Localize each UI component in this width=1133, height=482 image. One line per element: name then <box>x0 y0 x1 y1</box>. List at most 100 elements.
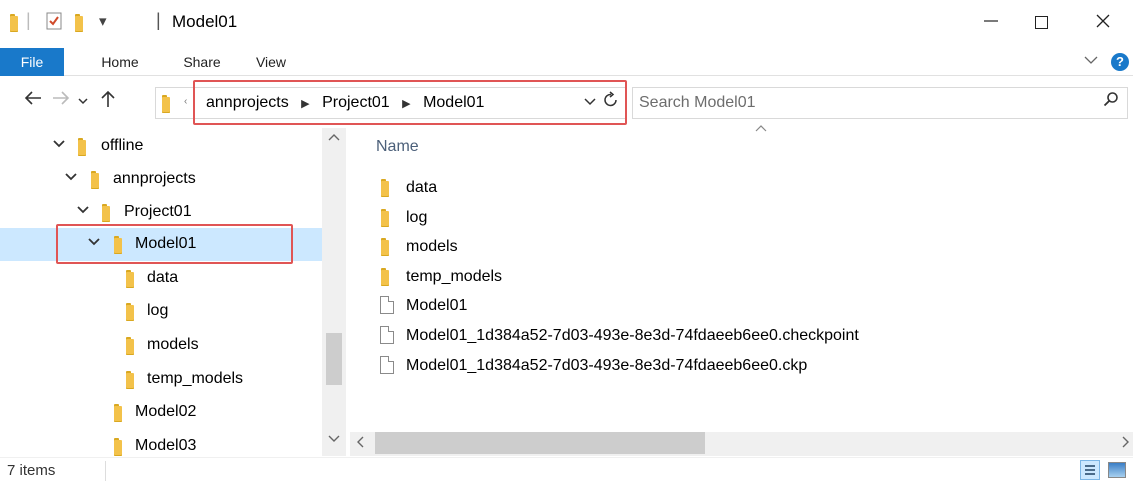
scroll-down-icon[interactable] <box>328 434 340 446</box>
tree-item-model02[interactable]: Model02 <box>0 396 322 429</box>
tree-item-offline[interactable]: offline <box>0 130 322 163</box>
address-bar[interactable]: ‹ annprojects ▶ Project01 ▶ Model01 <box>155 87 627 119</box>
tab-view[interactable]: View <box>250 48 292 76</box>
ribbon-tabs: File Home Share View ? <box>0 48 1133 76</box>
chevron-down-icon[interactable] <box>53 139 65 151</box>
scroll-thumb[interactable] <box>326 333 342 385</box>
item-count: 7 items <box>7 462 56 479</box>
tree-item-model01[interactable]: Model01 <box>0 228 322 261</box>
tree-label: Model02 <box>135 403 197 420</box>
item-name: Model01 <box>406 297 468 314</box>
folder-icon <box>91 171 99 189</box>
item-name: data <box>406 179 438 196</box>
expand-ribbon-icon[interactable] <box>1084 52 1098 68</box>
navigation-bar: ‹ annprojects ▶ Project01 ▶ Model01 <box>0 80 1133 126</box>
list-item[interactable]: temp_models <box>350 262 910 292</box>
tree-item-annprojects[interactable]: annprojects <box>0 163 322 196</box>
tree-item-temp-models[interactable]: temp_models <box>0 363 322 396</box>
list-item[interactable]: Model01_1d384a52-7d03-493e-8e3d-74fdaeeb… <box>350 351 910 381</box>
chevron-down-icon[interactable] <box>65 172 77 184</box>
tree-label: annprojects <box>113 170 196 187</box>
minimize-icon <box>984 20 998 22</box>
close-button[interactable] <box>1080 6 1126 38</box>
folder-icon <box>381 268 389 286</box>
large-icons-view-icon[interactable] <box>1108 462 1126 478</box>
breadcrumb-model01[interactable]: Model01 <box>423 94 484 112</box>
scroll-right-icon[interactable] <box>1122 435 1130 451</box>
tree-label: data <box>147 269 179 286</box>
close-icon <box>1096 14 1110 28</box>
list-item[interactable]: Model01 <box>350 291 910 321</box>
list-item[interactable]: data <box>350 173 910 203</box>
folder-icon <box>126 270 134 288</box>
folder-icon[interactable] <box>10 14 18 33</box>
back-arrow-icon[interactable] <box>24 90 42 111</box>
status-bar: 7 items <box>0 457 1133 482</box>
tree-label: temp_models <box>147 370 244 387</box>
search-input[interactable] <box>639 91 1089 115</box>
new-folder-icon[interactable] <box>75 14 83 33</box>
item-name: Model01_1d384a52-7d03-493e-8e3d-74fdaeeb… <box>406 357 808 374</box>
folder-icon <box>78 138 86 156</box>
file-icon <box>380 296 394 314</box>
item-name: temp_models <box>406 268 503 285</box>
properties-icon[interactable] <box>46 12 62 34</box>
scroll-left-icon[interactable] <box>356 435 364 451</box>
navigation-scrollbar[interactable] <box>322 128 346 456</box>
breadcrumb: annprojects ▶ Project01 ▶ Model01 <box>206 94 484 112</box>
up-arrow-icon[interactable] <box>100 90 116 113</box>
tree-label: Model03 <box>135 437 197 454</box>
refresh-icon[interactable] <box>603 91 619 114</box>
chevron-down-icon[interactable] <box>77 205 89 217</box>
tree-item-project01[interactable]: Project01 <box>0 196 322 229</box>
tab-home[interactable]: Home <box>92 48 148 76</box>
scroll-up-icon[interactable] <box>328 132 340 144</box>
horizontal-scrollbar[interactable] <box>350 432 1133 456</box>
forward-arrow-icon[interactable] <box>52 90 70 111</box>
tree-item-log[interactable]: log <box>0 295 322 328</box>
tree-item-model03[interactable]: Model03 <box>0 430 322 456</box>
file-icon <box>380 326 394 344</box>
tab-file[interactable]: File <box>0 48 64 76</box>
sort-ascending-icon <box>755 124 767 135</box>
folder-icon <box>102 204 110 222</box>
folder-icon <box>381 179 389 197</box>
folder-icon <box>162 95 170 113</box>
file-icon <box>380 356 394 374</box>
folder-icon <box>126 337 134 355</box>
minimize-button[interactable] <box>968 6 1014 38</box>
tree-item-models[interactable]: models <box>0 329 322 362</box>
maximize-icon <box>1034 16 1048 30</box>
breadcrumb-annprojects[interactable]: annprojects <box>206 94 289 112</box>
tab-share[interactable]: Share <box>172 48 232 76</box>
file-explorer-window: | ▾ | Model01 File Home Share View ? ‹ a… <box>0 0 1133 482</box>
scroll-thumb[interactable] <box>375 432 705 454</box>
tree-item-data[interactable]: data <box>0 262 322 295</box>
help-icon[interactable]: ? <box>1111 53 1129 71</box>
maximize-button[interactable] <box>1018 6 1064 38</box>
folder-icon <box>381 209 389 227</box>
list-item[interactable]: models <box>350 232 910 262</box>
folder-icon <box>114 236 122 254</box>
recent-locations-icon[interactable] <box>78 94 88 108</box>
list-item[interactable]: Model01_1d384a52-7d03-493e-8e3d-74fdaeeb… <box>350 321 910 351</box>
chevron-left-icon[interactable]: ‹ <box>184 96 187 107</box>
status-divider <box>105 461 106 481</box>
search-box[interactable] <box>632 87 1128 119</box>
list-item[interactable]: log <box>350 203 910 233</box>
window-title: Model01 <box>172 12 238 31</box>
file-list: Name data log models temp_models Model01… <box>350 125 1133 432</box>
item-name: models <box>406 238 458 255</box>
title-bar: | ▾ | Model01 <box>0 0 1133 46</box>
breadcrumb-separator-icon[interactable]: ▶ <box>402 97 410 110</box>
search-icon[interactable] <box>1103 91 1119 112</box>
address-dropdown-icon[interactable] <box>584 94 596 110</box>
folder-icon <box>114 438 122 456</box>
item-name: log <box>406 209 428 226</box>
chevron-down-icon[interactable] <box>88 237 100 249</box>
qat-dropdown-icon[interactable]: ▾ <box>99 12 107 30</box>
details-view-icon[interactable] <box>1080 460 1100 480</box>
column-header-name[interactable]: Name <box>376 138 419 156</box>
breadcrumb-separator-icon[interactable]: ▶ <box>301 97 309 110</box>
breadcrumb-project01[interactable]: Project01 <box>322 94 390 112</box>
